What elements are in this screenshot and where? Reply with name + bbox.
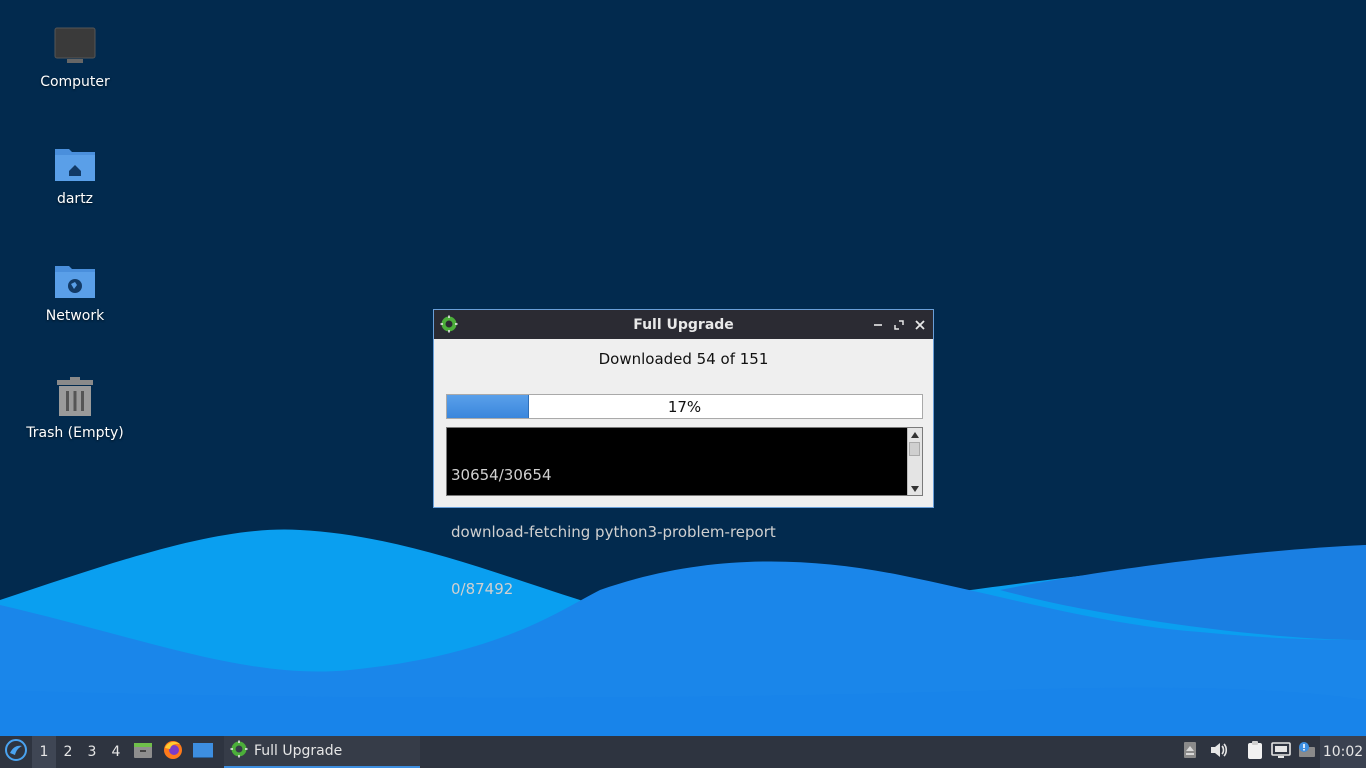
desktop-icon-network[interactable]: Network: [15, 256, 135, 324]
system-tray: 10:02: [1176, 736, 1366, 768]
updates-notification-tray-button[interactable]: [1294, 736, 1320, 768]
desktop-icon: [192, 741, 214, 763]
network-wired-icon: [1271, 741, 1291, 763]
log-line: 0/87492: [451, 580, 514, 598]
scroll-up-arrow-icon[interactable]: [908, 428, 922, 441]
desktop-icon-label: dartz: [56, 191, 94, 207]
taskbar-window-full-upgrade[interactable]: Full Upgrade: [224, 736, 420, 768]
close-button[interactable]: [912, 317, 927, 332]
gear-icon: [230, 740, 248, 762]
download-status-text: Downloaded 54 of 151: [598, 350, 769, 368]
clipboard-tray-button[interactable]: [1242, 736, 1268, 768]
desktop-icon-trash[interactable]: Trash (Empty): [15, 373, 135, 441]
gear-icon: [440, 315, 458, 333]
upgrade-log-output[interactable]: 30654/30654 download-fetching python3-pr…: [446, 427, 923, 598]
desktop-icon-label: Network: [45, 308, 105, 324]
workspace-1-button[interactable]: 1: [32, 736, 56, 768]
log-line: 30654/30654: [451, 466, 552, 484]
taskbar: 1 2 3 4 Full Upgrade 10:02: [0, 736, 1366, 768]
desktop-icon-computer[interactable]: Computer: [15, 22, 135, 90]
workspace-2-button[interactable]: 2: [56, 736, 80, 768]
network-folder-icon: [51, 256, 99, 304]
log-scrollbar[interactable]: [907, 428, 922, 495]
clipboard-icon: [1246, 740, 1264, 764]
desktop-icon-home-folder[interactable]: dartz: [15, 139, 135, 207]
scroll-down-arrow-icon[interactable]: [908, 482, 922, 495]
dialog-title: Full Upgrade: [633, 316, 734, 333]
home-folder-icon: [51, 139, 99, 187]
show-desktop-launcher[interactable]: [188, 736, 218, 768]
maximize-button[interactable]: [891, 317, 906, 332]
start-menu-button[interactable]: [0, 736, 32, 768]
desktop-icon-label: Trash (Empty): [26, 425, 124, 441]
dialog-titlebar[interactable]: Full Upgrade: [434, 310, 933, 339]
minimize-button[interactable]: [870, 317, 885, 332]
firefox-icon: [163, 740, 183, 764]
trash-icon: [51, 373, 99, 421]
full-upgrade-dialog: Full Upgrade Downloaded 54 of 151 17% 30…: [433, 309, 934, 598]
scrollbar-thumb[interactable]: [909, 442, 920, 456]
taskbar-window-label: Full Upgrade: [254, 743, 343, 759]
volume-tray-button[interactable]: [1204, 736, 1234, 768]
progress-percent-label: 17%: [667, 397, 702, 416]
lubuntu-logo-icon: [5, 739, 27, 765]
file-manager-launcher[interactable]: [128, 736, 158, 768]
computer-icon: [51, 22, 99, 70]
update-notification-icon: [1297, 741, 1317, 763]
tray-spacer: [1234, 736, 1242, 768]
workspace-3-button[interactable]: 3: [80, 736, 104, 768]
workspace-4-button[interactable]: 4: [104, 736, 128, 768]
firefox-launcher[interactable]: [158, 736, 188, 768]
upgrade-progress-bar: 17%: [446, 394, 923, 419]
clock[interactable]: 10:02: [1320, 736, 1366, 768]
eject-icon: [1183, 741, 1197, 763]
volume-icon: [1209, 741, 1229, 763]
file-manager-icon: [133, 741, 153, 763]
desktop-icon-label: Computer: [40, 74, 110, 90]
log-line: download-fetching python3-problem-report: [451, 523, 776, 541]
removable-media-tray-button[interactable]: [1176, 736, 1204, 768]
network-tray-button[interactable]: [1268, 736, 1294, 768]
